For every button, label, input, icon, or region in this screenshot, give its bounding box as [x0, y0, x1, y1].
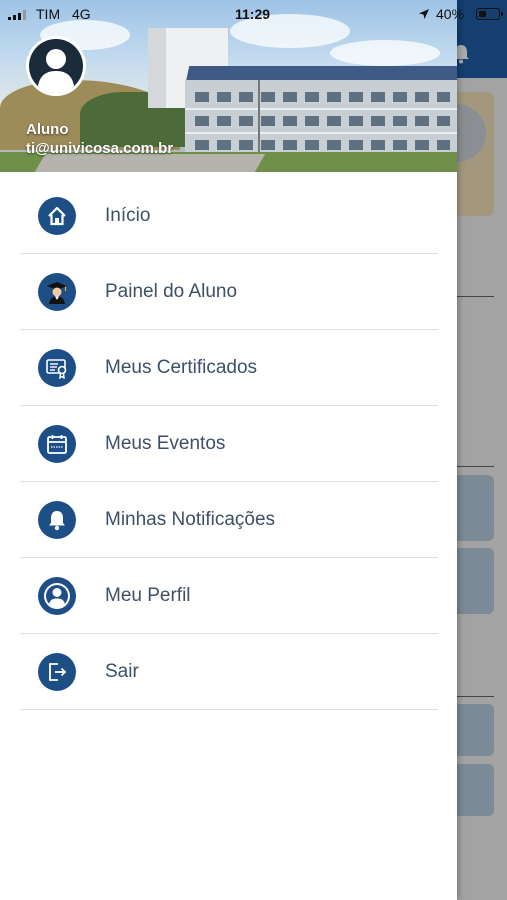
user-silhouette-icon: [26, 36, 86, 96]
menu-item-painel-aluno[interactable]: Painel do Aluno: [20, 254, 438, 330]
carrier-name: TIM: [36, 6, 61, 22]
location-arrow-icon: [419, 9, 429, 19]
profile-icon: [38, 576, 76, 615]
battery-tip: [501, 12, 503, 16]
graduate-icon: [38, 272, 76, 311]
menu-label: Meu Perfil: [105, 584, 191, 606]
status-bar: TIM 4G 11:29 40%: [0, 0, 507, 28]
menu-item-meus-certificados[interactable]: Meus Certificados: [20, 330, 438, 406]
menu-label: Painel do Aluno: [105, 280, 238, 302]
menu-item-sair[interactable]: Sair: [20, 634, 438, 710]
menu-label: Início: [105, 204, 151, 226]
battery-percentage: 40%: [436, 6, 465, 22]
menu-item-minhas-notificacoes[interactable]: Minhas Notificações: [20, 482, 438, 558]
user-email: ti@univicosa.com.br: [26, 140, 174, 157]
home-icon: [38, 196, 76, 235]
menu-label: Minhas Notificações: [105, 508, 276, 530]
drawer-menu: Início Painel do Aluno Meus Certificados…: [20, 178, 438, 710]
network-type: 4G: [72, 6, 91, 22]
navigation-drawer: Aluno ti@univicosa.com.br Início Painel …: [0, 0, 457, 900]
certificate-icon: [38, 348, 76, 387]
logout-icon: [38, 652, 76, 691]
menu-label: Sair: [105, 660, 139, 682]
cellular-signal-icon: [8, 10, 26, 20]
user-avatar[interactable]: [26, 36, 86, 96]
battery-icon: [476, 8, 500, 20]
menu-item-meus-eventos[interactable]: Meus Eventos: [20, 406, 438, 482]
clock: 11:29: [235, 6, 271, 22]
bell-icon: [38, 500, 76, 539]
menu-label: Meus Certificados: [105, 356, 258, 378]
calendar-icon: [38, 424, 76, 463]
menu-item-inicio[interactable]: Início: [20, 178, 438, 254]
user-name: Aluno: [26, 121, 69, 138]
menu-item-meu-perfil[interactable]: Meu Perfil: [20, 558, 438, 634]
menu-label: Meus Eventos: [105, 432, 226, 454]
